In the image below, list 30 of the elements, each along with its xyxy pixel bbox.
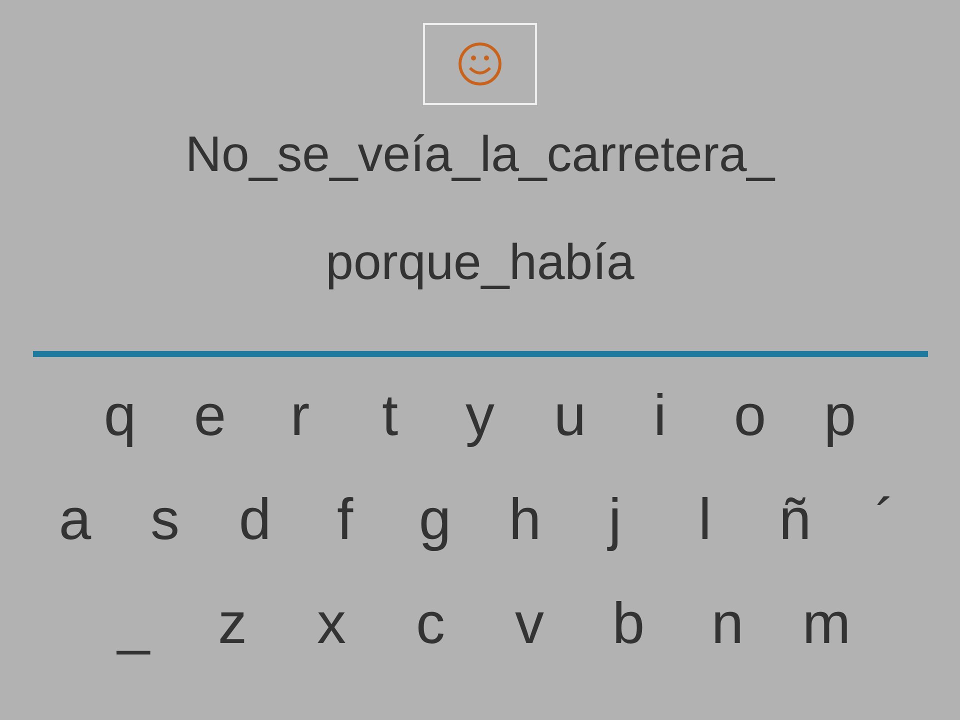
letter-key[interactable]: p bbox=[795, 381, 885, 451]
letter-key[interactable]: n bbox=[678, 589, 777, 659]
sentence-line: No_se_veía_la_carretera_ bbox=[185, 125, 775, 183]
letter-key[interactable]: c bbox=[381, 589, 480, 659]
letter-key[interactable]: m bbox=[777, 589, 876, 659]
sentence-line: porque_había bbox=[326, 233, 634, 291]
letter-key[interactable]: t bbox=[345, 381, 435, 451]
letter-key[interactable]: a bbox=[30, 485, 120, 555]
letter-key[interactable]: o bbox=[705, 381, 795, 451]
letter-key[interactable]: v bbox=[480, 589, 579, 659]
letter-key[interactable]: s bbox=[120, 485, 210, 555]
letter-key[interactable]: x bbox=[282, 589, 381, 659]
smiley-icon bbox=[457, 41, 503, 87]
letter-key[interactable]: h bbox=[480, 485, 570, 555]
letter-key[interactable]: g bbox=[390, 485, 480, 555]
letter-key[interactable]: f bbox=[300, 485, 390, 555]
letter-key[interactable]: ´ bbox=[840, 485, 930, 555]
letter-key[interactable]: d bbox=[210, 485, 300, 555]
letter-key[interactable]: r bbox=[255, 381, 345, 451]
letter-key[interactable]: z bbox=[183, 589, 282, 659]
letter-key[interactable]: u bbox=[525, 381, 615, 451]
letter-key[interactable]: b bbox=[579, 589, 678, 659]
letter-key[interactable]: l bbox=[660, 485, 750, 555]
letter-key[interactable]: y bbox=[435, 381, 525, 451]
letter-key[interactable]: e bbox=[165, 381, 255, 451]
letter-key[interactable]: i bbox=[615, 381, 705, 451]
letter-key[interactable]: _ bbox=[84, 589, 183, 659]
letter-key[interactable]: j bbox=[570, 485, 660, 555]
letter-key[interactable]: q bbox=[75, 381, 165, 451]
letter-key[interactable]: ñ bbox=[750, 485, 840, 555]
